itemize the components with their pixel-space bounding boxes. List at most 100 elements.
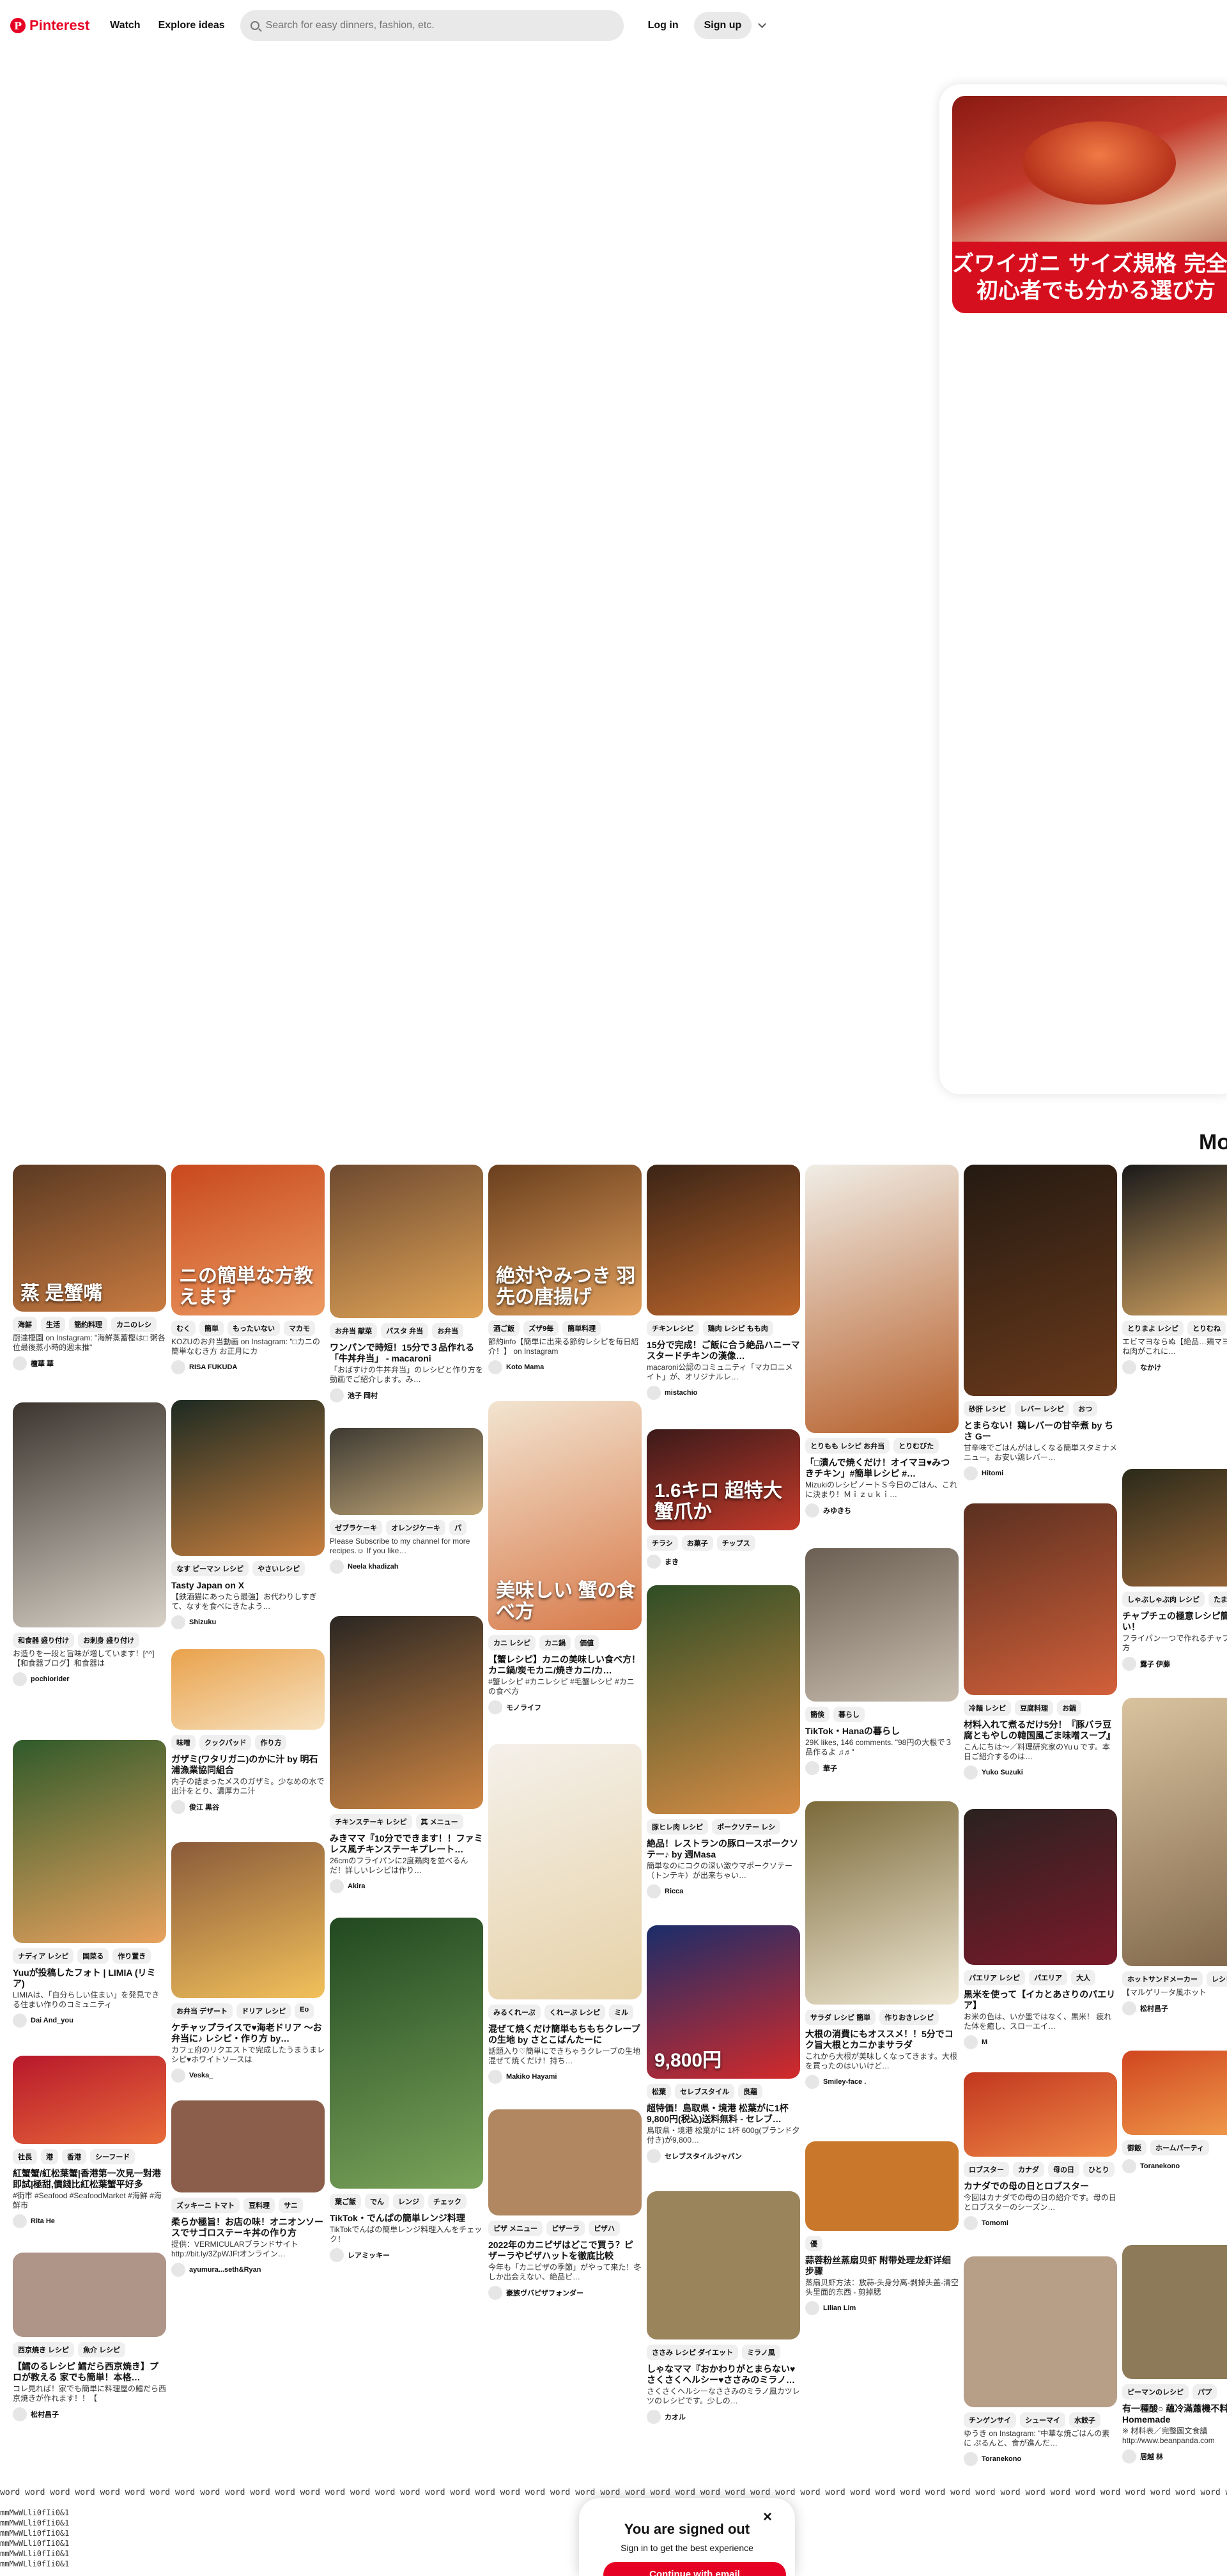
author-name[interactable]: なかけ xyxy=(1140,1362,1161,1372)
author-name[interactable]: まき xyxy=(665,1556,679,1567)
avatar[interactable] xyxy=(647,1555,661,1569)
avatar[interactable] xyxy=(330,2248,344,2262)
pin-title[interactable]: Tasty Japan on X xyxy=(171,1580,325,1591)
pin-tag[interactable]: 簡約料理 xyxy=(69,1317,107,1332)
author-name[interactable]: 檀華 華 xyxy=(31,1358,54,1369)
avatar[interactable] xyxy=(13,2013,27,2028)
pin-tag[interactable]: やさいレシピ xyxy=(252,1561,305,1576)
pin-card[interactable]: ささみ レシピ ダイエット ミラノ風 しゃなママ『おかわりがとまらない♥さくさくヘル… xyxy=(647,2191,800,2424)
pin-tag[interactable]: ひとり xyxy=(1083,2162,1115,2177)
pin-card[interactable]: お弁当 デザート ドリア レシピ Eo ケチャップライスで♥海老ドリア ～お弁当に♪ … xyxy=(171,1842,325,2083)
pin-image[interactable]: 9,800円 xyxy=(647,1925,800,2079)
author-name[interactable]: pochiorider xyxy=(31,1675,70,1683)
author-name[interactable]: 露子 伊藤 xyxy=(1140,1659,1170,1669)
pin-image[interactable] xyxy=(1122,2051,1227,2135)
author-name[interactable]: 豪族ヴバピザフォンダー xyxy=(506,2288,583,2298)
pin-tag[interactable]: レバー レシピ xyxy=(1015,1401,1070,1416)
pin-tag[interactable]: ズッキーニ トマト xyxy=(171,2198,240,2213)
pin-tag[interactable]: 生活 xyxy=(41,1317,65,1332)
pin-title[interactable]: 大根の消費にもオススメ！！5分でコク旨大根とカニかまサラダ xyxy=(805,2029,959,2051)
pin-tag[interactable]: くれーぷ レシピ xyxy=(544,2005,606,2020)
pin-tag[interactable]: ロブスター xyxy=(964,2162,1009,2177)
pin-tag[interactable]: カニ鍋 xyxy=(539,1635,571,1650)
pin-card[interactable]: 西京焼き レシピ 魚介 レシピ 【鱈のるレシピ 鱈だら西京焼き】プロが教える 家でも… xyxy=(13,2253,166,2421)
pin-tag[interactable]: セレブスタイル xyxy=(675,2084,734,2099)
avatar[interactable] xyxy=(171,1615,185,1629)
pin-card[interactable]: チキンステーキ レシピ其 メニュー みきママ『10分でできます！！ファミレス風チキ… xyxy=(330,1616,483,1893)
pin-tag[interactable]: 簡倹 xyxy=(805,1707,830,1722)
pin-tag[interactable]: 港 xyxy=(41,2149,58,2164)
hero-image[interactable]: ズワイガニ サイズ規格 完全ガ 初心者でも分かる選び方 xyxy=(952,96,1227,313)
pinterest-logo[interactable]: P Pinterest xyxy=(10,17,89,34)
author-name[interactable]: Makiko Hayami xyxy=(506,2073,557,2081)
avatar[interactable] xyxy=(805,1503,819,1517)
avatar[interactable] xyxy=(805,2075,819,2089)
pin-tag[interactable]: シーフード xyxy=(90,2149,135,2164)
pin-card[interactable]: ピザ メニュー ピザーラ ピザハ 2022年のカニピザはどこで買う？ピザーラやピザハッ… xyxy=(488,2109,642,2300)
pin-tag[interactable]: チラシ xyxy=(647,1535,678,1551)
author-name[interactable]: Ricca xyxy=(665,1888,683,1895)
pin-tag[interactable]: お弁当 xyxy=(432,1323,464,1338)
avatar[interactable] xyxy=(330,1388,344,1402)
pin-tag[interactable]: 優 xyxy=(805,2236,822,2251)
pin-author[interactable]: Ricca xyxy=(647,1884,800,1898)
pin-tag[interactable]: おつ xyxy=(1073,1401,1098,1416)
author-name[interactable]: 池子 岡村 xyxy=(348,1390,378,1401)
pin-title[interactable]: 2022年のカニピザはどこで買う？ピザーラやピザハットを徹底比較 xyxy=(488,2240,642,2262)
pin-tag[interactable]: パ xyxy=(449,1520,467,1535)
pin-tag[interactable]: クックパッド xyxy=(199,1735,252,1750)
avatar[interactable] xyxy=(488,1360,502,1374)
avatar[interactable] xyxy=(171,2068,185,2083)
pin-tag[interactable]: チキンレシピ xyxy=(647,1321,699,1336)
pin-card[interactable]: チンゲンサイ シューマイ 水餃子 ゆうき on Instagram: "中華な焼ごはん… xyxy=(964,2256,1117,2466)
avatar[interactable] xyxy=(805,2301,819,2315)
avatar[interactable] xyxy=(330,1560,344,1574)
avatar[interactable] xyxy=(171,1800,185,1814)
pin-author[interactable]: まき xyxy=(647,1555,800,1569)
pin-image[interactable]: 蒸 是蟹嘴 xyxy=(13,1165,166,1312)
pin-title[interactable]: 有一種酸○ 蘊冷滿蕭機不料多到爆炸 Homemade xyxy=(1122,2403,1227,2425)
avatar[interactable] xyxy=(647,1386,661,1400)
pin-tag[interactable]: でん xyxy=(365,2194,389,2209)
pin-image[interactable] xyxy=(805,1548,959,1702)
author-name[interactable]: Koto Mama xyxy=(506,1363,544,1371)
pin-author[interactable]: 居越 林 xyxy=(1122,2449,1227,2463)
pin-author[interactable]: Smiley-face . xyxy=(805,2075,959,2089)
pin-tag[interactable]: とりむね xyxy=(1187,1321,1226,1336)
pin-card[interactable]: 絶対やみつき 羽先の唐揚げ 酒ご飯 ズザ9毎 簡単料理 節約info【簡単に出来る節約レ… xyxy=(488,1165,642,1374)
author-name[interactable]: M xyxy=(982,2038,987,2046)
pin-tag[interactable]: とりもも レシピ お弁当 xyxy=(805,1438,890,1454)
pin-card[interactable]: パエリア レシピ パエリア 大人 黒米を使って【イカとあさりのパエリア】 お米の色は、い… xyxy=(964,1809,1117,2049)
pin-image[interactable] xyxy=(964,2072,1117,2157)
author-name[interactable]: セレブスタイルジャパン xyxy=(665,2151,742,2161)
pin-tag[interactable]: ミル xyxy=(609,2005,634,2020)
pin-card[interactable]: 簡倹 暮らし TikTok・Hanaの暮らし 29K likes, 146 comme… xyxy=(805,1548,959,1775)
pin-tag[interactable]: 国菜る xyxy=(77,1948,109,1964)
avatar[interactable] xyxy=(13,2214,27,2228)
author-name[interactable]: Lilian Lim xyxy=(823,2304,856,2312)
avatar[interactable] xyxy=(1122,1657,1136,1671)
pin-tag[interactable]: 味噌 xyxy=(171,1735,196,1750)
avatar[interactable] xyxy=(647,2410,661,2424)
author-name[interactable]: Neela khadizah xyxy=(348,1563,398,1571)
pin-tag[interactable]: 冷麺 レシピ xyxy=(964,1700,1012,1716)
pin-card[interactable]: ニの簡単な方教えます むく 簡単 もったいない マカモ KOZUのお弁当動画 on Ins… xyxy=(171,1165,325,1374)
pin-title[interactable]: チャプチェの極意レシピ簡単にできない！ xyxy=(1122,1611,1227,1633)
pin-tag[interactable]: ドリア レシピ xyxy=(236,2003,291,2019)
pin-tag[interactable]: サニ xyxy=(279,2198,304,2213)
pin-author[interactable]: 豪族ヴバピザフォンダー xyxy=(488,2286,642,2300)
pin-image[interactable] xyxy=(805,1165,959,1433)
pin-tag[interactable]: チンゲンサイ xyxy=(964,2412,1016,2428)
pin-tag[interactable]: カナダ xyxy=(1013,2162,1044,2177)
nav-watch[interactable]: Watch xyxy=(101,12,149,39)
pin-tag[interactable]: 価値 xyxy=(575,1635,599,1650)
pin-title[interactable]: 絶品！レストランの豚ロースポークソテー♪ by 週Masa xyxy=(647,1838,800,1860)
pin-tag[interactable]: レンジ xyxy=(393,2194,424,2209)
pin-title[interactable]: 「□漬んで焼くだけ！オイマヨ♥みつきチキン」#簡単レシピ #… xyxy=(805,1457,959,1479)
pin-card[interactable]: サラダ レシピ 簡単 作りおきレシピ 大根の消費にもオススメ！！5分でコク旨大根とカ… xyxy=(805,1801,959,2089)
avatar[interactable] xyxy=(964,2216,978,2230)
avatar[interactable] xyxy=(1122,2449,1136,2463)
pin-image[interactable] xyxy=(805,2141,959,2231)
pin-card[interactable]: しゃぶしゃぶ肉 レシピたまチャプチェの極意レシピ簡単にできない！フライパン一つで… xyxy=(1122,1469,1227,1671)
pin-tag[interactable]: みるくれーぷ xyxy=(488,2005,541,2020)
